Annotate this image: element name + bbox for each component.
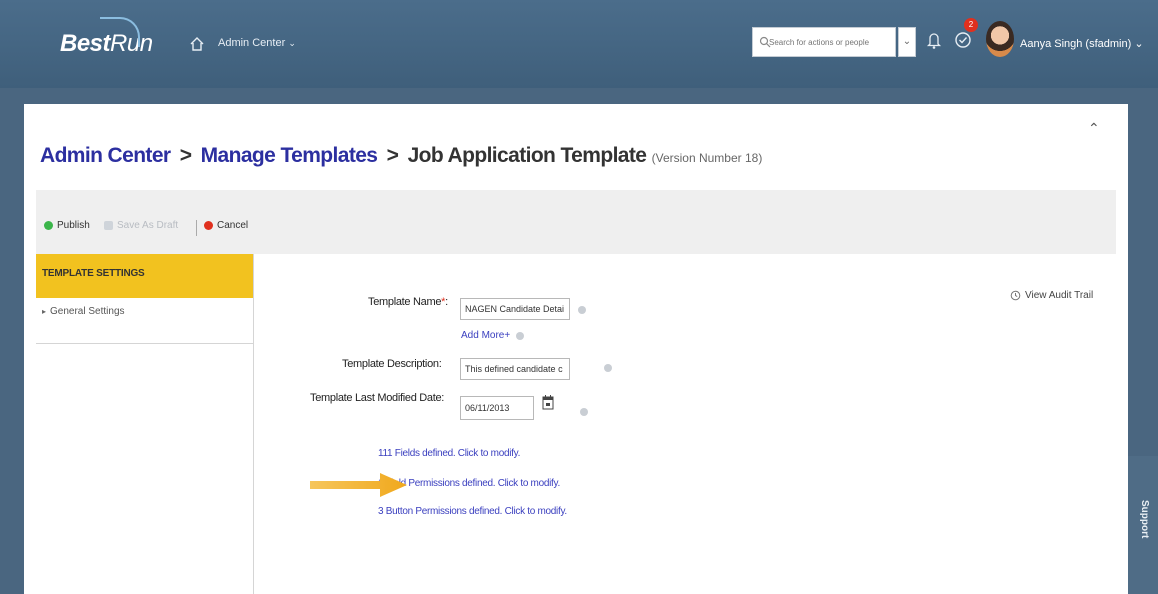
collapse-icon[interactable]: ⌃: [1088, 120, 1100, 137]
button-permissions-link[interactable]: 3 Button Permissions defined. Click to m…: [378, 506, 567, 517]
annotation-arrow: [310, 473, 407, 497]
save-draft-button[interactable]: Save As Draft: [104, 220, 178, 231]
breadcrumb-admin-center[interactable]: Admin Center: [40, 144, 171, 167]
required-marker: *: [441, 296, 446, 308]
sidebar-header[interactable]: TEMPLATE SETTINGS: [36, 254, 253, 298]
toolbar-divider: [196, 220, 197, 236]
cancel-label: Cancel: [217, 220, 249, 231]
version-number: (Version Number 18): [651, 151, 763, 165]
page-title: Job Application Template: [407, 144, 647, 167]
user-menu[interactable]: Aanya Singh (sfadmin) ⌄: [1020, 37, 1144, 50]
save-draft-label: Save As Draft: [117, 220, 179, 231]
history-icon: [1010, 290, 1021, 301]
cancel-icon: [204, 221, 213, 230]
module-switcher[interactable]: Admin Center ⌄: [218, 37, 296, 49]
search-scope-dropdown[interactable]: ⌄: [898, 27, 916, 57]
logo-arc: [100, 17, 140, 47]
template-name-input[interactable]: [460, 298, 570, 320]
add-more-label: Add More+: [461, 330, 511, 341]
breadcrumb-manage-templates[interactable]: Manage Templates: [201, 144, 378, 167]
breadcrumb: Admin Center > Manage Templates > Job Ap…: [40, 144, 762, 168]
breadcrumb-separator: >: [179, 144, 192, 167]
template-description-input[interactable]: [460, 358, 570, 380]
last-modified-date-input[interactable]: [460, 396, 534, 420]
caret-right-icon: ▸: [42, 307, 47, 316]
help-icon[interactable]: [580, 408, 588, 416]
template-name-label: Template Name*:: [368, 296, 448, 308]
template-form: View Audit Trail Template Name*: Add Mor…: [254, 254, 1128, 594]
breadcrumb-separator: >: [386, 144, 399, 167]
chevron-down-icon: ⌄: [1134, 38, 1144, 50]
help-icon[interactable]: [578, 306, 586, 314]
publish-label: Publish: [57, 220, 90, 231]
content-panel: ⌃ Admin Center > Manage Templates > Job …: [24, 104, 1128, 594]
shell-bar: BestRun Admin Center ⌄ ⌄ 2 Aanya Singh (…: [0, 0, 1158, 88]
todo-badge: 2: [964, 18, 978, 32]
view-audit-trail-link[interactable]: View Audit Trail: [1010, 290, 1093, 301]
publish-button[interactable]: Publish: [44, 220, 90, 231]
toolbar: Publish Save As Draft Cancel: [36, 190, 1116, 254]
avatar[interactable]: [986, 21, 1014, 57]
help-icon[interactable]: [604, 364, 612, 372]
bell-icon[interactable]: [926, 30, 942, 50]
chevron-down-icon: ⌄: [288, 38, 296, 48]
sidebar-item-label: General Settings: [50, 306, 125, 317]
user-name: Aanya Singh (sfadmin): [1020, 38, 1132, 50]
template-name-label-text: Template Name: [368, 296, 442, 308]
add-more-link[interactable]: Add More+: [461, 330, 510, 341]
calendar-icon[interactable]: [542, 394, 554, 410]
help-icon[interactable]: [516, 332, 524, 340]
search-box[interactable]: [752, 27, 896, 57]
save-icon: [104, 221, 113, 230]
home-icon[interactable]: [190, 37, 204, 51]
last-modified-date-label: Template Last Modified Date:: [310, 392, 445, 404]
publish-icon: [44, 221, 53, 230]
template-description-label: Template Description:: [342, 358, 442, 370]
support-label: Support: [1139, 500, 1150, 539]
cancel-button[interactable]: Cancel: [204, 220, 248, 231]
audit-label: View Audit Trail: [1025, 290, 1094, 301]
sidebar-item-general-settings[interactable]: ▸ General Settings: [36, 298, 253, 344]
search-input[interactable]: [769, 34, 893, 50]
module-label: Admin Center: [218, 37, 286, 49]
sidebar: TEMPLATE SETTINGS ▸ General Settings: [36, 254, 254, 594]
fields-defined-link[interactable]: 111 Fields defined. Click to modify.: [378, 448, 520, 459]
